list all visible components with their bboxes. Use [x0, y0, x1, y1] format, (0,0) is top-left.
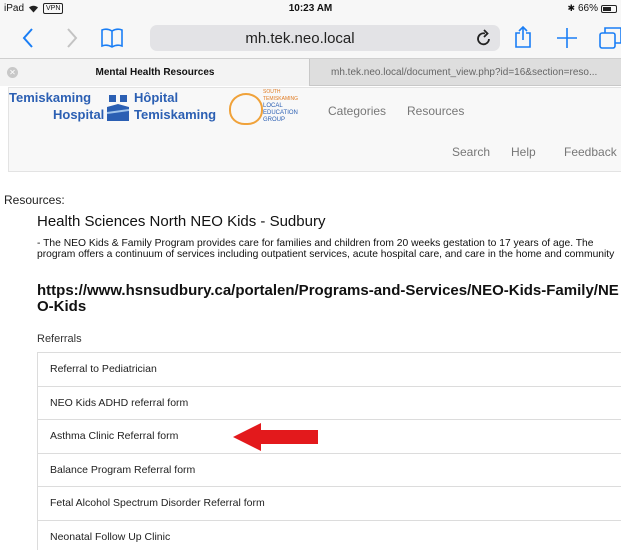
tabs-button[interactable] — [596, 24, 621, 52]
logo-text: GROUP — [263, 117, 286, 123]
book-icon — [101, 28, 123, 48]
battery-icon — [601, 4, 617, 13]
logo-text: Temiskaming — [9, 90, 92, 105]
battery-percent: 66% — [577, 3, 598, 14]
forward-button[interactable] — [58, 24, 86, 52]
new-tab-button[interactable] — [553, 24, 581, 52]
address-bar[interactable]: mh.tek.neo.local — [150, 25, 500, 51]
logo-text: Hôpital — [134, 90, 179, 105]
reload-button[interactable] — [476, 27, 492, 52]
chevron-left-icon — [22, 28, 33, 48]
nav-resources[interactable]: Resources — [407, 104, 464, 118]
education-group-logo: SOUTH TEMISKAMING LOCAL EDUCATION GROUP — [229, 89, 319, 127]
share-button[interactable] — [509, 24, 537, 52]
referral-item-neonatal[interactable]: Neonatal Follow Up Clinic — [38, 521, 621, 550]
provider-description: - The NEO Kids & Family Program provides… — [37, 238, 615, 260]
tab-label: Mental Health Resources — [95, 67, 215, 78]
status-time: 10:23 AM — [288, 3, 333, 14]
nav-feedback[interactable]: Feedback — [564, 145, 617, 159]
red-arrow-annotation-icon — [233, 423, 318, 451]
share-icon — [515, 25, 531, 48]
referrals-list: Referral to Pediatrician NEO Kids ADHD r… — [37, 352, 621, 550]
bluetooth-icon: ✱ — [567, 3, 575, 13]
tab-label: mh.tek.neo.local/document_view.php?id=16… — [331, 67, 598, 78]
tabs-icon — [598, 27, 621, 49]
browser-toolbar: mh.tek.neo.local — [0, 18, 621, 58]
reload-icon — [477, 29, 490, 46]
logo-text: EDUCATION — [263, 110, 298, 116]
logo-text: Hospital — [53, 107, 105, 122]
education-group-text: SOUTH TEMISKAMING LOCAL EDUCATION GROUP — [263, 89, 315, 124]
resources-label: Resources: — [4, 193, 65, 207]
status-bar: iPad VPN 10:23 AM ✱ 66% — [0, 0, 621, 18]
referral-item-fasd[interactable]: Fetal Alcohol Spectrum Disorder Referral… — [38, 487, 621, 521]
hospital-mark-icon — [107, 95, 129, 121]
site-header: Temiskaming Hospital Hôpital Temiskaming… — [8, 87, 621, 172]
hospital-logo[interactable]: Temiskaming Hospital Hôpital Temiskaming — [9, 90, 249, 130]
referral-item-adhd[interactable]: NEO Kids ADHD referral form — [38, 387, 621, 420]
provider-title: Health Sciences North NEO Kids - Sudbury — [37, 213, 326, 230]
tab-document-view[interactable]: mh.tek.neo.local/document_view.php?id=16… — [311, 59, 621, 86]
status-right: ✱ 66% — [567, 3, 617, 14]
referral-item-asthma[interactable]: Asthma Clinic Referral form — [38, 420, 621, 454]
nav-search[interactable]: Search — [452, 145, 490, 159]
plus-icon — [557, 28, 577, 48]
referrals-label: Referrals — [37, 333, 82, 345]
provider-link[interactable]: https://www.hsnsudbury.ca/portalen/Progr… — [37, 283, 621, 315]
apple-icon — [229, 93, 263, 125]
referral-item-balance[interactable]: Balance Program Referral form — [38, 454, 621, 487]
chevron-right-icon — [67, 28, 78, 48]
back-button[interactable] — [14, 24, 42, 52]
tab-strip: ✕ Mental Health Resources mh.tek.neo.loc… — [0, 58, 621, 86]
referral-item-pediatrician[interactable]: Referral to Pediatrician — [38, 353, 621, 387]
address-url: mh.tek.neo.local — [245, 30, 355, 47]
logo-text: LOCAL — [263, 103, 283, 109]
battery-fill — [603, 6, 611, 11]
nav-categories[interactable]: Categories — [328, 104, 386, 118]
logo-text: Temiskaming — [134, 107, 217, 122]
bookmarks-button[interactable] — [98, 24, 126, 52]
nav-help[interactable]: Help — [511, 145, 536, 159]
logo-text: SOUTH TEMISKAMING — [263, 89, 299, 102]
tab-mental-health-resources[interactable]: ✕ Mental Health Resources — [0, 59, 310, 86]
